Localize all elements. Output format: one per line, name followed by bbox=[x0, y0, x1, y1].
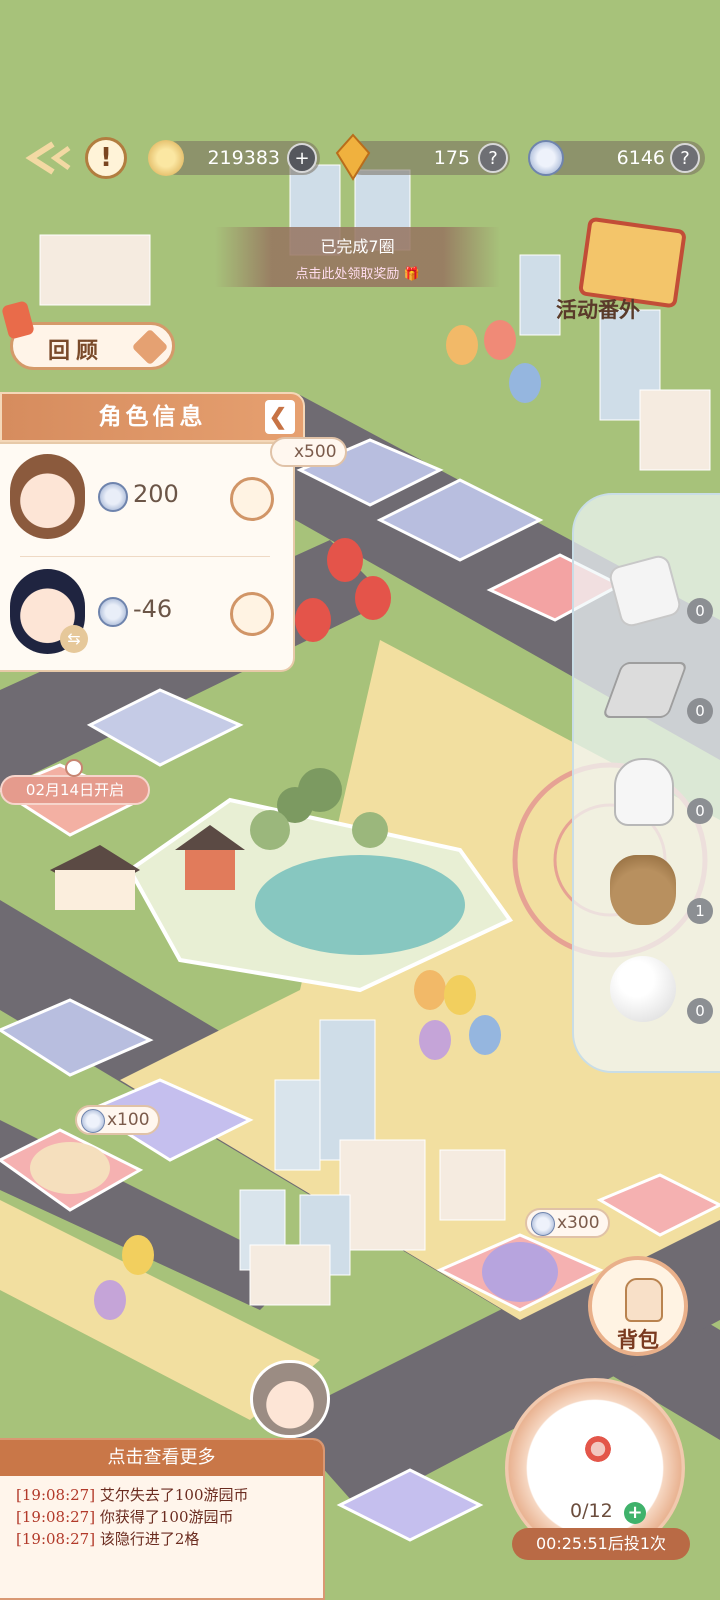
token-icon bbox=[98, 597, 128, 627]
item-count: 1 bbox=[687, 898, 713, 924]
view-more-button[interactable]: 点击查看更多 bbox=[0, 1440, 323, 1476]
role-info-panel: 角色信息 ❮ 200 ⇆ -46 bbox=[0, 392, 305, 682]
item-slot[interactable]: 0 bbox=[602, 550, 713, 630]
role-info-header[interactable]: 角色信息 ❮ bbox=[0, 392, 305, 442]
role-info-title: 角色信息 bbox=[98, 403, 207, 430]
item-slot[interactable]: 0 bbox=[601, 650, 713, 730]
coin-icon bbox=[148, 140, 184, 176]
role-row: ⇆ -46 bbox=[0, 559, 295, 669]
reward-tag: x300 bbox=[525, 1208, 610, 1238]
crystal-help-button[interactable]: ? bbox=[478, 143, 508, 173]
dice-icon bbox=[607, 553, 683, 629]
role-action-button[interactable] bbox=[230, 477, 274, 521]
lap-complete-text: 已完成7圈 bbox=[320, 237, 395, 256]
item-count: 0 bbox=[687, 598, 713, 624]
gift-icon: 🎁 bbox=[403, 267, 420, 282]
info-button[interactable]: ! bbox=[85, 137, 127, 179]
token-icon bbox=[98, 482, 128, 512]
item-panel: 0 0 0 1 0 bbox=[572, 493, 720, 1073]
view-more-label: 点击查看更多 bbox=[107, 1447, 216, 1468]
swap-icon[interactable]: ⇆ bbox=[60, 625, 88, 653]
token-icon bbox=[81, 1109, 105, 1133]
item-count: 0 bbox=[687, 798, 713, 824]
token-help-button[interactable]: ? bbox=[670, 143, 700, 173]
role-info-body: 200 ⇆ -46 bbox=[0, 442, 295, 672]
roll-count: 0/12 bbox=[570, 1500, 613, 1522]
reward-tag: x500 bbox=[270, 437, 347, 467]
role-token-value: -46 bbox=[133, 595, 173, 623]
event-story-label: 活动番外 bbox=[556, 297, 640, 322]
coin-value: 219383 bbox=[207, 147, 280, 169]
log-entry: [19:08:27] 艾尔失去了100游园币 bbox=[16, 1484, 249, 1505]
reward-tag: x100 bbox=[75, 1105, 160, 1135]
add-coin-button[interactable]: + bbox=[287, 143, 317, 173]
locked-area-label: 02月14日开启 bbox=[0, 759, 150, 805]
question-icon: ? bbox=[488, 148, 498, 169]
review-button[interactable]: 回顾 bbox=[1, 300, 175, 370]
bag-label: 背包 bbox=[617, 1327, 659, 1352]
back-button[interactable] bbox=[25, 140, 75, 176]
backpack-icon bbox=[625, 1278, 663, 1322]
token-icon bbox=[531, 1212, 555, 1236]
player-token-avatar bbox=[250, 1360, 330, 1438]
log-entry: [19:08:27] 你获得了100游园币 bbox=[16, 1506, 234, 1527]
roll-timer: 00:25:51后投1次 bbox=[512, 1528, 690, 1560]
lap-reward-banner[interactable]: 已完成7圈 点击此处领取奖励 🎁 bbox=[215, 227, 500, 287]
snowball-icon bbox=[610, 956, 676, 1022]
character-avatar bbox=[10, 454, 85, 539]
log-entry: [19:08:27] 该隐行进了2格 bbox=[16, 1528, 199, 1549]
item-slot[interactable]: 0 bbox=[602, 750, 713, 830]
token-value: 6146 bbox=[616, 147, 665, 169]
item-slot[interactable]: 1 bbox=[602, 850, 713, 930]
exclamation-icon: ! bbox=[100, 143, 112, 173]
question-icon: ? bbox=[680, 148, 690, 169]
token-icon bbox=[528, 140, 564, 176]
role-row: 200 bbox=[0, 444, 295, 554]
add-roll-button[interactable]: + bbox=[624, 1502, 646, 1524]
log-time: [19:08:27] bbox=[16, 1530, 96, 1548]
bag-button[interactable]: 背包 bbox=[588, 1256, 688, 1356]
flower-icon bbox=[578, 1429, 618, 1469]
plus-icon: + bbox=[627, 1502, 643, 1523]
log-time: [19:08:27] bbox=[16, 1486, 96, 1504]
back-arrow-icon bbox=[25, 141, 71, 175]
reward-tag-value: x100 bbox=[107, 1110, 150, 1130]
bridge-icon bbox=[601, 662, 689, 718]
crystal-icon bbox=[335, 133, 371, 181]
item-slot[interactable]: 0 bbox=[602, 950, 713, 1030]
event-log: 点击查看更多 [19:08:27] 艾尔失去了100游园币 [19:08:27]… bbox=[0, 1438, 325, 1600]
role-token-value: 200 bbox=[133, 480, 179, 508]
unlock-date: 02月14日开启 bbox=[25, 781, 125, 799]
reward-tag-value: x300 bbox=[557, 1213, 600, 1233]
review-label: 回顾 bbox=[48, 338, 105, 364]
claim-reward-text: 点击此处领取奖励 bbox=[295, 267, 400, 282]
reward-tag-value: x500 bbox=[294, 442, 337, 462]
divider bbox=[20, 556, 270, 557]
crystal-value: 175 bbox=[433, 147, 470, 169]
lock-icon bbox=[65, 759, 83, 777]
play-icon bbox=[131, 328, 169, 366]
log-text: 艾尔失去了100游园币 bbox=[99, 1486, 249, 1504]
item-count: 0 bbox=[687, 698, 713, 724]
plus-icon: + bbox=[294, 148, 310, 169]
log-time: [19:08:27] bbox=[16, 1508, 96, 1526]
collapse-icon[interactable]: ❮ bbox=[265, 400, 295, 434]
item-count: 0 bbox=[687, 998, 713, 1024]
log-text: 该隐行进了2格 bbox=[99, 1530, 200, 1548]
role-action-button[interactable] bbox=[230, 592, 274, 636]
money-bag-icon bbox=[610, 855, 676, 925]
glove-icon bbox=[614, 758, 674, 826]
log-text: 你获得了100游园币 bbox=[99, 1508, 234, 1526]
